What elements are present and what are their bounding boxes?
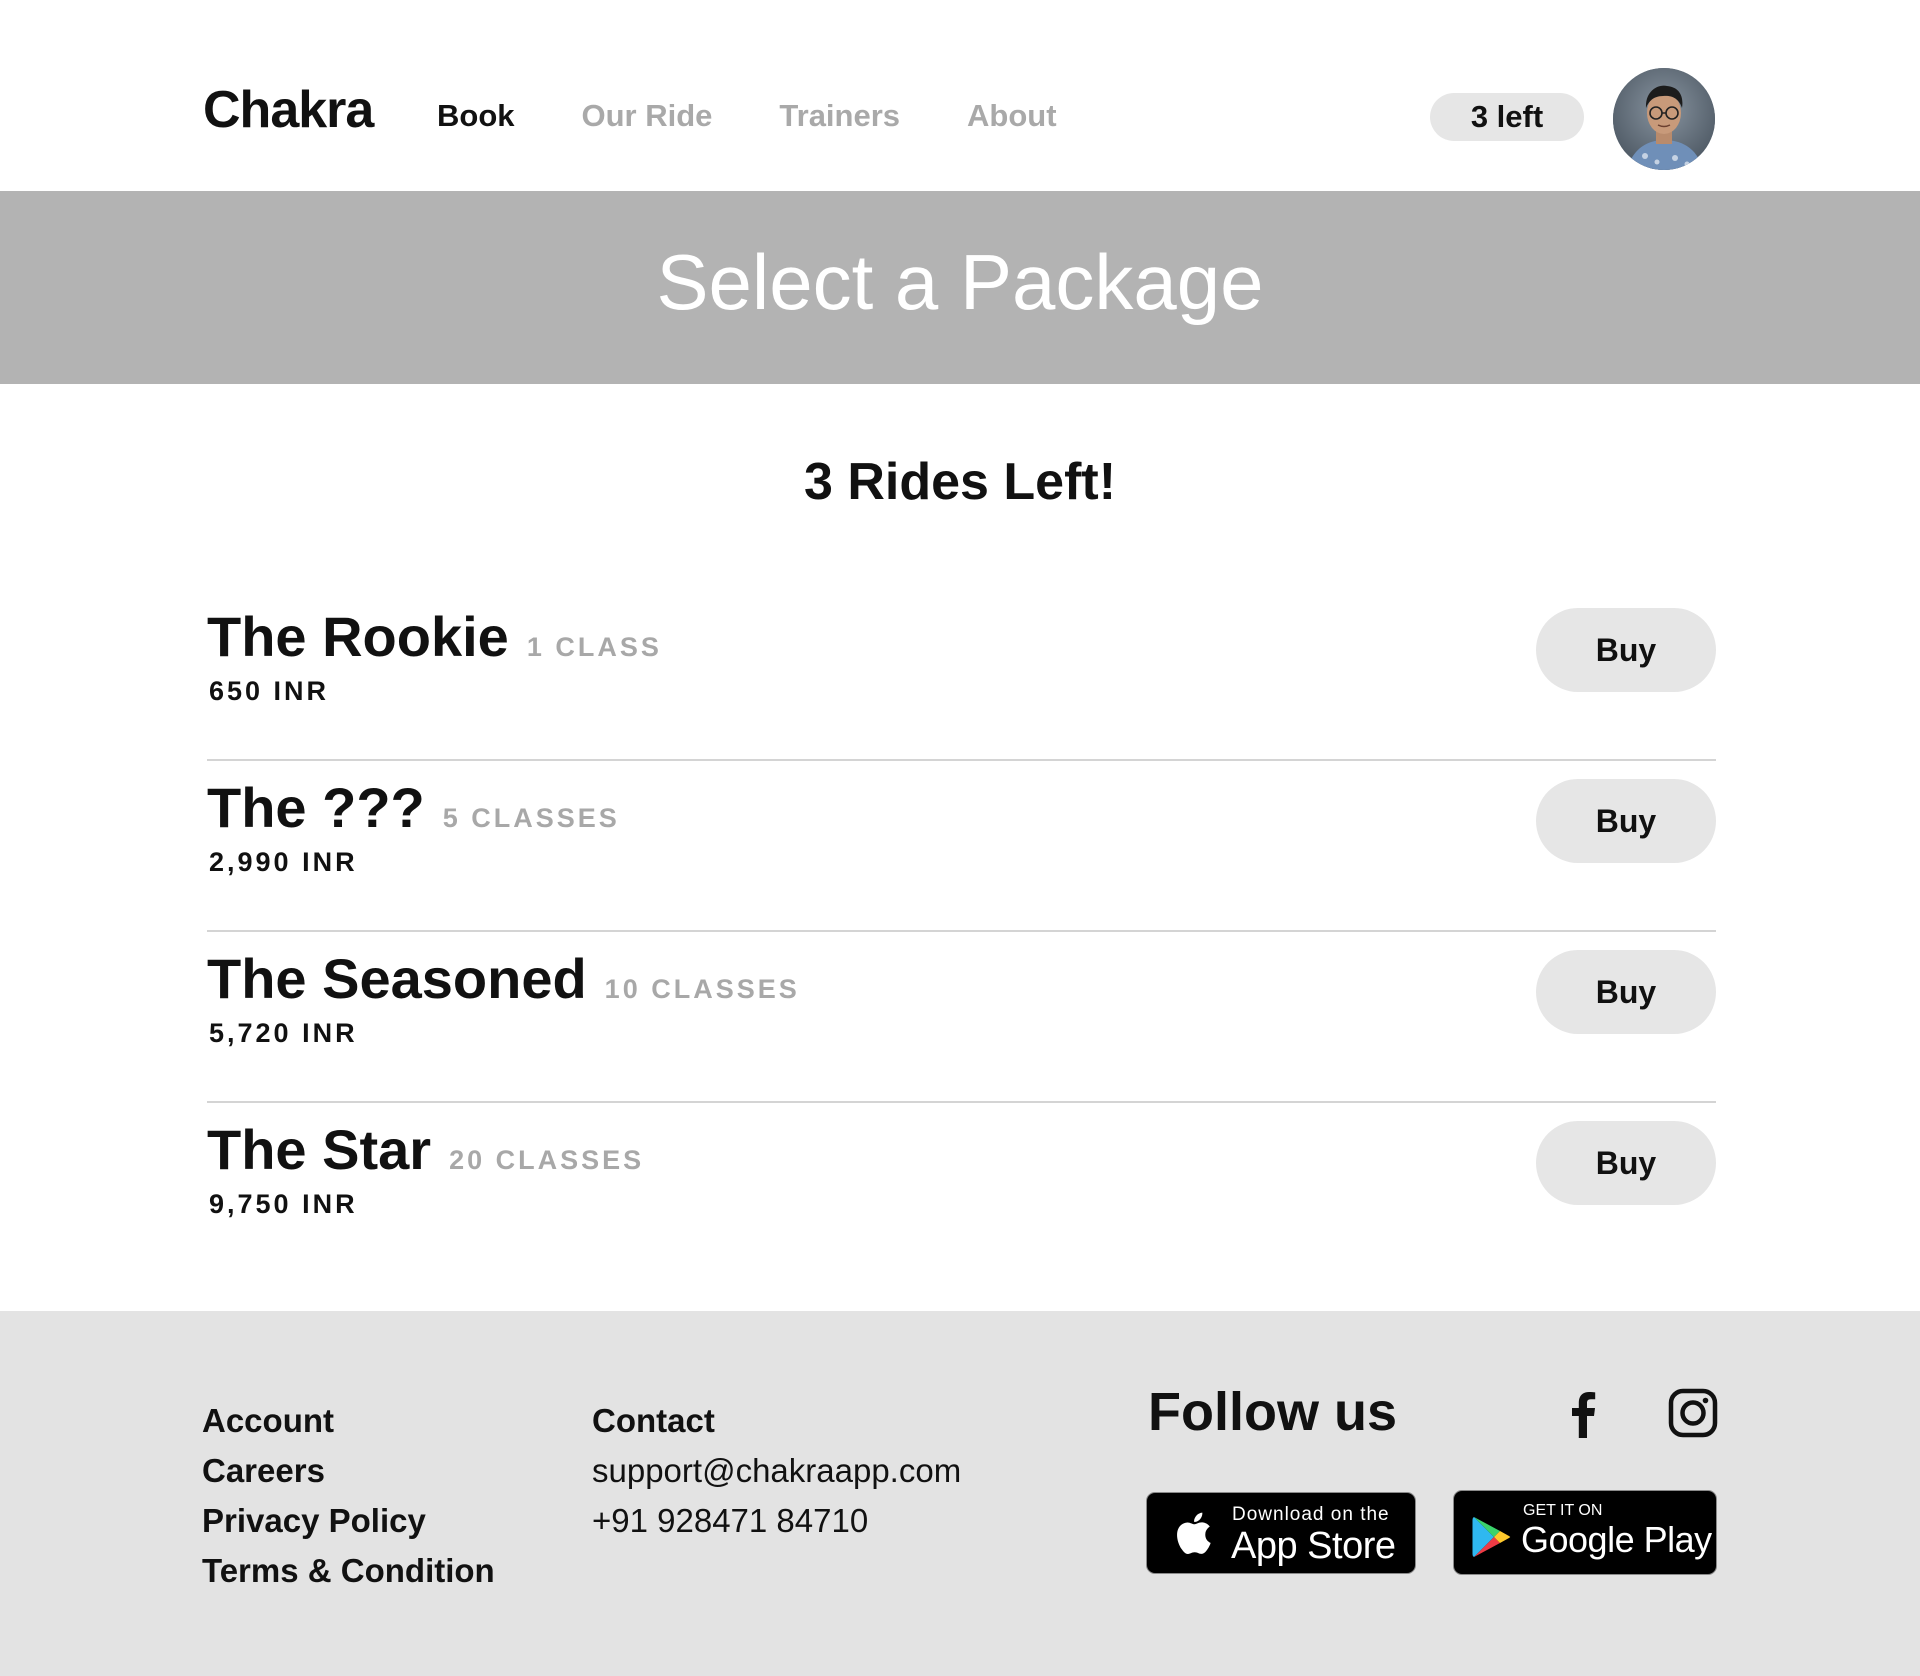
nav-item-our-ride[interactable]: Our Ride: [582, 96, 713, 136]
footer-link-account[interactable]: Account: [202, 1396, 495, 1446]
instagram-icon[interactable]: [1668, 1388, 1718, 1438]
app-store-badge[interactable]: Download on the App Store: [1146, 1492, 1416, 1574]
contact-heading: Contact: [592, 1402, 715, 1439]
buy-button[interactable]: Buy: [1536, 779, 1716, 863]
footer-link-terms[interactable]: Terms & Condition: [202, 1546, 495, 1596]
buy-button[interactable]: Buy: [1536, 608, 1716, 692]
page-title: Select a Package: [656, 238, 1264, 326]
package-price: 650 INR: [209, 676, 330, 706]
package-row: The Star 20 CLASSES 9,750 INR Buy: [207, 1103, 1716, 1272]
app-store-small-text: Download on the: [1232, 1504, 1390, 1525]
package-price: 2,990 INR: [209, 847, 358, 877]
nav-item-book[interactable]: Book: [437, 96, 515, 136]
package-class-count: 5 CLASSES: [442, 803, 620, 833]
package-name: The Rookie: [207, 605, 509, 668]
rides-left-badge[interactable]: 3 left: [1430, 93, 1584, 141]
app-store-big-text: App Store: [1231, 1525, 1396, 1567]
package-name: The ???: [207, 776, 425, 839]
footer-link-careers[interactable]: Careers: [202, 1446, 495, 1496]
buy-button[interactable]: Buy: [1536, 950, 1716, 1034]
follow-heading: Follow us: [1148, 1382, 1397, 1442]
buy-button[interactable]: Buy: [1536, 1121, 1716, 1205]
package-list: The Rookie 1 CLASS 650 INR Buy The ??? 5 C…: [207, 590, 1716, 1272]
package-row: The ??? 5 CLASSES 2,990 INR Buy: [207, 761, 1716, 932]
site-footer: Account Careers Privacy Policy Terms & C…: [0, 1311, 1920, 1676]
package-class-count: 1 CLASS: [526, 632, 662, 662]
contact-phone-link[interactable]: +91 928471 84710: [592, 1496, 961, 1546]
facebook-icon[interactable]: [1558, 1388, 1608, 1438]
package-row: The Rookie 1 CLASS 650 INR Buy: [207, 590, 1716, 761]
footer-link-privacy-policy[interactable]: Privacy Policy: [202, 1496, 495, 1546]
page-banner: Select a Package: [0, 191, 1920, 384]
google-play-icon: [1472, 1517, 1511, 1557]
package-name: The Star: [207, 1118, 432, 1181]
site-header: Chakra Book Our Ride Trainers About 3 le…: [0, 0, 1920, 191]
package-name: The Seasoned: [207, 947, 587, 1010]
package-class-count: 20 CLASSES: [449, 1145, 645, 1175]
apple-icon: [1177, 1512, 1211, 1555]
google-play-big-text: Google Play: [1521, 1519, 1712, 1560]
google-play-small-text: GET IT ON: [1523, 1502, 1603, 1519]
user-avatar-icon: [1613, 68, 1715, 170]
nav-item-about[interactable]: About: [967, 96, 1057, 136]
rides-left-heading: 3 Rides Left!: [803, 453, 1117, 511]
footer-contact: Contact support@chakraapp.com +91 928471…: [592, 1396, 961, 1546]
package-row: The Seasoned 10 CLASSES 5,720 INR Buy: [207, 932, 1716, 1103]
avatar[interactable]: [1613, 68, 1715, 170]
package-price: 9,750 INR: [209, 1189, 358, 1219]
contact-email-link[interactable]: support@chakraapp.com: [592, 1446, 961, 1496]
footer-links: Account Careers Privacy Policy Terms & C…: [202, 1396, 495, 1596]
main-nav: Book Our Ride Trainers About: [437, 96, 1124, 136]
package-class-count: 10 CLASSES: [604, 974, 800, 1004]
nav-item-trainers[interactable]: Trainers: [779, 96, 900, 136]
brand-logo[interactable]: Chakra: [203, 76, 374, 144]
google-play-badge[interactable]: GET IT ON Google Play: [1453, 1490, 1717, 1575]
package-price: 5,720 INR: [209, 1018, 358, 1048]
